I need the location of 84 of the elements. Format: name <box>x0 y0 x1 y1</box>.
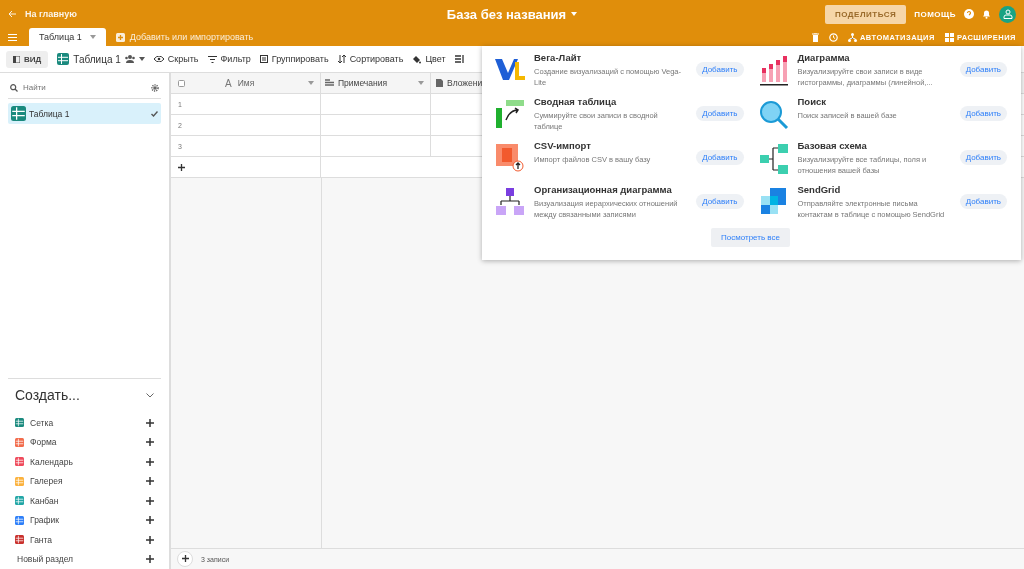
toolbar-button[interactable]: Группировать <box>259 54 329 64</box>
nodes-icon[interactable] <box>847 33 857 42</box>
create-heading: Создать... <box>15 387 80 403</box>
add-button[interactable] <box>177 551 193 567</box>
create-view-item[interactable]: Календарь <box>8 452 161 472</box>
view-switcher[interactable]: Таблица 1 <box>57 53 145 65</box>
group-icon <box>259 55 268 63</box>
avatar[interactable] <box>999 5 1016 23</box>
app-name: Поиск <box>797 96 827 107</box>
add-app-button[interactable]: Добавить <box>696 150 744 165</box>
row-height-icon[interactable] <box>454 55 464 63</box>
plus-icon[interactable] <box>146 477 154 486</box>
trash-icon[interactable] <box>811 33 819 42</box>
view-toggle-button[interactable]: ВИД <box>6 50 49 68</box>
column-header[interactable]: Вложени <box>447 78 483 88</box>
plus-icon[interactable] <box>146 516 154 525</box>
create-view-item[interactable]: Канбан <box>8 491 161 511</box>
filter-icon <box>207 55 217 63</box>
history-icon[interactable] <box>828 33 838 42</box>
add-row-icon[interactable] <box>178 163 185 171</box>
create-view-item[interactable]: Сетка <box>8 413 161 433</box>
plus-icon[interactable] <box>181 555 189 562</box>
plus-icon[interactable] <box>146 496 154 505</box>
toolbar-button[interactable]: Скрыть <box>153 54 199 64</box>
vl-logo-icon <box>495 56 525 82</box>
bell-icon[interactable] <box>982 9 991 19</box>
paint-bucket-icon <box>412 54 422 64</box>
plus-icon[interactable] <box>146 457 154 466</box>
view-item[interactable]: Таблица 1 <box>8 103 161 124</box>
eye-icon <box>153 56 164 62</box>
add-app-button[interactable]: Добавить <box>959 106 1007 121</box>
magnifier-icon <box>758 100 789 130</box>
help-icon[interactable] <box>964 9 974 19</box>
add-app-button[interactable]: Добавить <box>959 62 1007 77</box>
see-all-button[interactable]: Посмотреть все <box>711 228 790 247</box>
search-icon <box>10 83 18 92</box>
app-name: Диаграмма <box>797 52 851 63</box>
bar-chart-icon <box>759 56 788 86</box>
menu-icon[interactable] <box>8 34 17 41</box>
create-view-item[interactable]: Форма <box>8 432 161 452</box>
add-app-button[interactable]: Добавить <box>959 150 1007 165</box>
schema-icon <box>759 144 788 174</box>
blocks-icon <box>760 188 787 214</box>
create-view-item[interactable]: Ганта <box>8 530 161 550</box>
column-header[interactable]: Имя <box>237 78 255 88</box>
app-name: Вега-Лайт <box>534 52 583 63</box>
check-icon <box>151 110 158 117</box>
new-section-item[interactable]: Новый раздел <box>8 549 161 569</box>
app-name: Сводная таблица <box>534 96 618 107</box>
plus-icon[interactable] <box>146 438 154 447</box>
checkbox[interactable] <box>178 79 185 87</box>
toolbar-button[interactable]: Сортировать <box>337 54 404 64</box>
notes-icon <box>325 79 334 87</box>
app-name: CSV-импорт <box>534 140 592 151</box>
grid-icon <box>11 106 26 121</box>
app-name: SendGrid <box>797 184 842 195</box>
plus-icon[interactable] <box>146 418 154 427</box>
chevron-icon[interactable] <box>146 392 154 398</box>
text-type-icon: A <box>225 77 232 89</box>
toolbar-button[interactable]: Фильтр <box>207 54 251 64</box>
csv-file-icon <box>496 144 524 172</box>
caret-icon[interactable] <box>138 57 145 61</box>
plus-icon[interactable] <box>146 535 154 544</box>
table-tab[interactable]: Таблица 1 <box>29 28 106 46</box>
add-app-button[interactable]: Добавить <box>959 194 1007 209</box>
settings-icon[interactable] <box>151 83 159 92</box>
file-icon <box>436 79 443 87</box>
create-view-item[interactable]: График <box>8 510 161 530</box>
app-name: Организационная диаграмма <box>534 184 673 195</box>
sidebar-icon[interactable] <box>13 55 20 63</box>
toolbar-button[interactable]: Цвет <box>412 54 446 64</box>
sort-icon <box>337 55 346 63</box>
squares-icon[interactable] <box>944 33 954 42</box>
add-app-button[interactable]: Добавить <box>696 194 744 209</box>
add-app-button[interactable]: Добавить <box>696 106 744 121</box>
org-chart-icon <box>496 188 524 216</box>
app-name: Базовая схема <box>797 140 868 151</box>
column-header[interactable]: Примечания <box>338 78 388 88</box>
plus-icon[interactable] <box>146 555 154 564</box>
create-view-item[interactable]: Галерея <box>8 471 161 491</box>
pivot-icon <box>496 100 524 128</box>
people-icon[interactable] <box>124 55 135 63</box>
grid-icon <box>57 53 70 65</box>
add-app-button[interactable]: Добавить <box>696 62 744 77</box>
